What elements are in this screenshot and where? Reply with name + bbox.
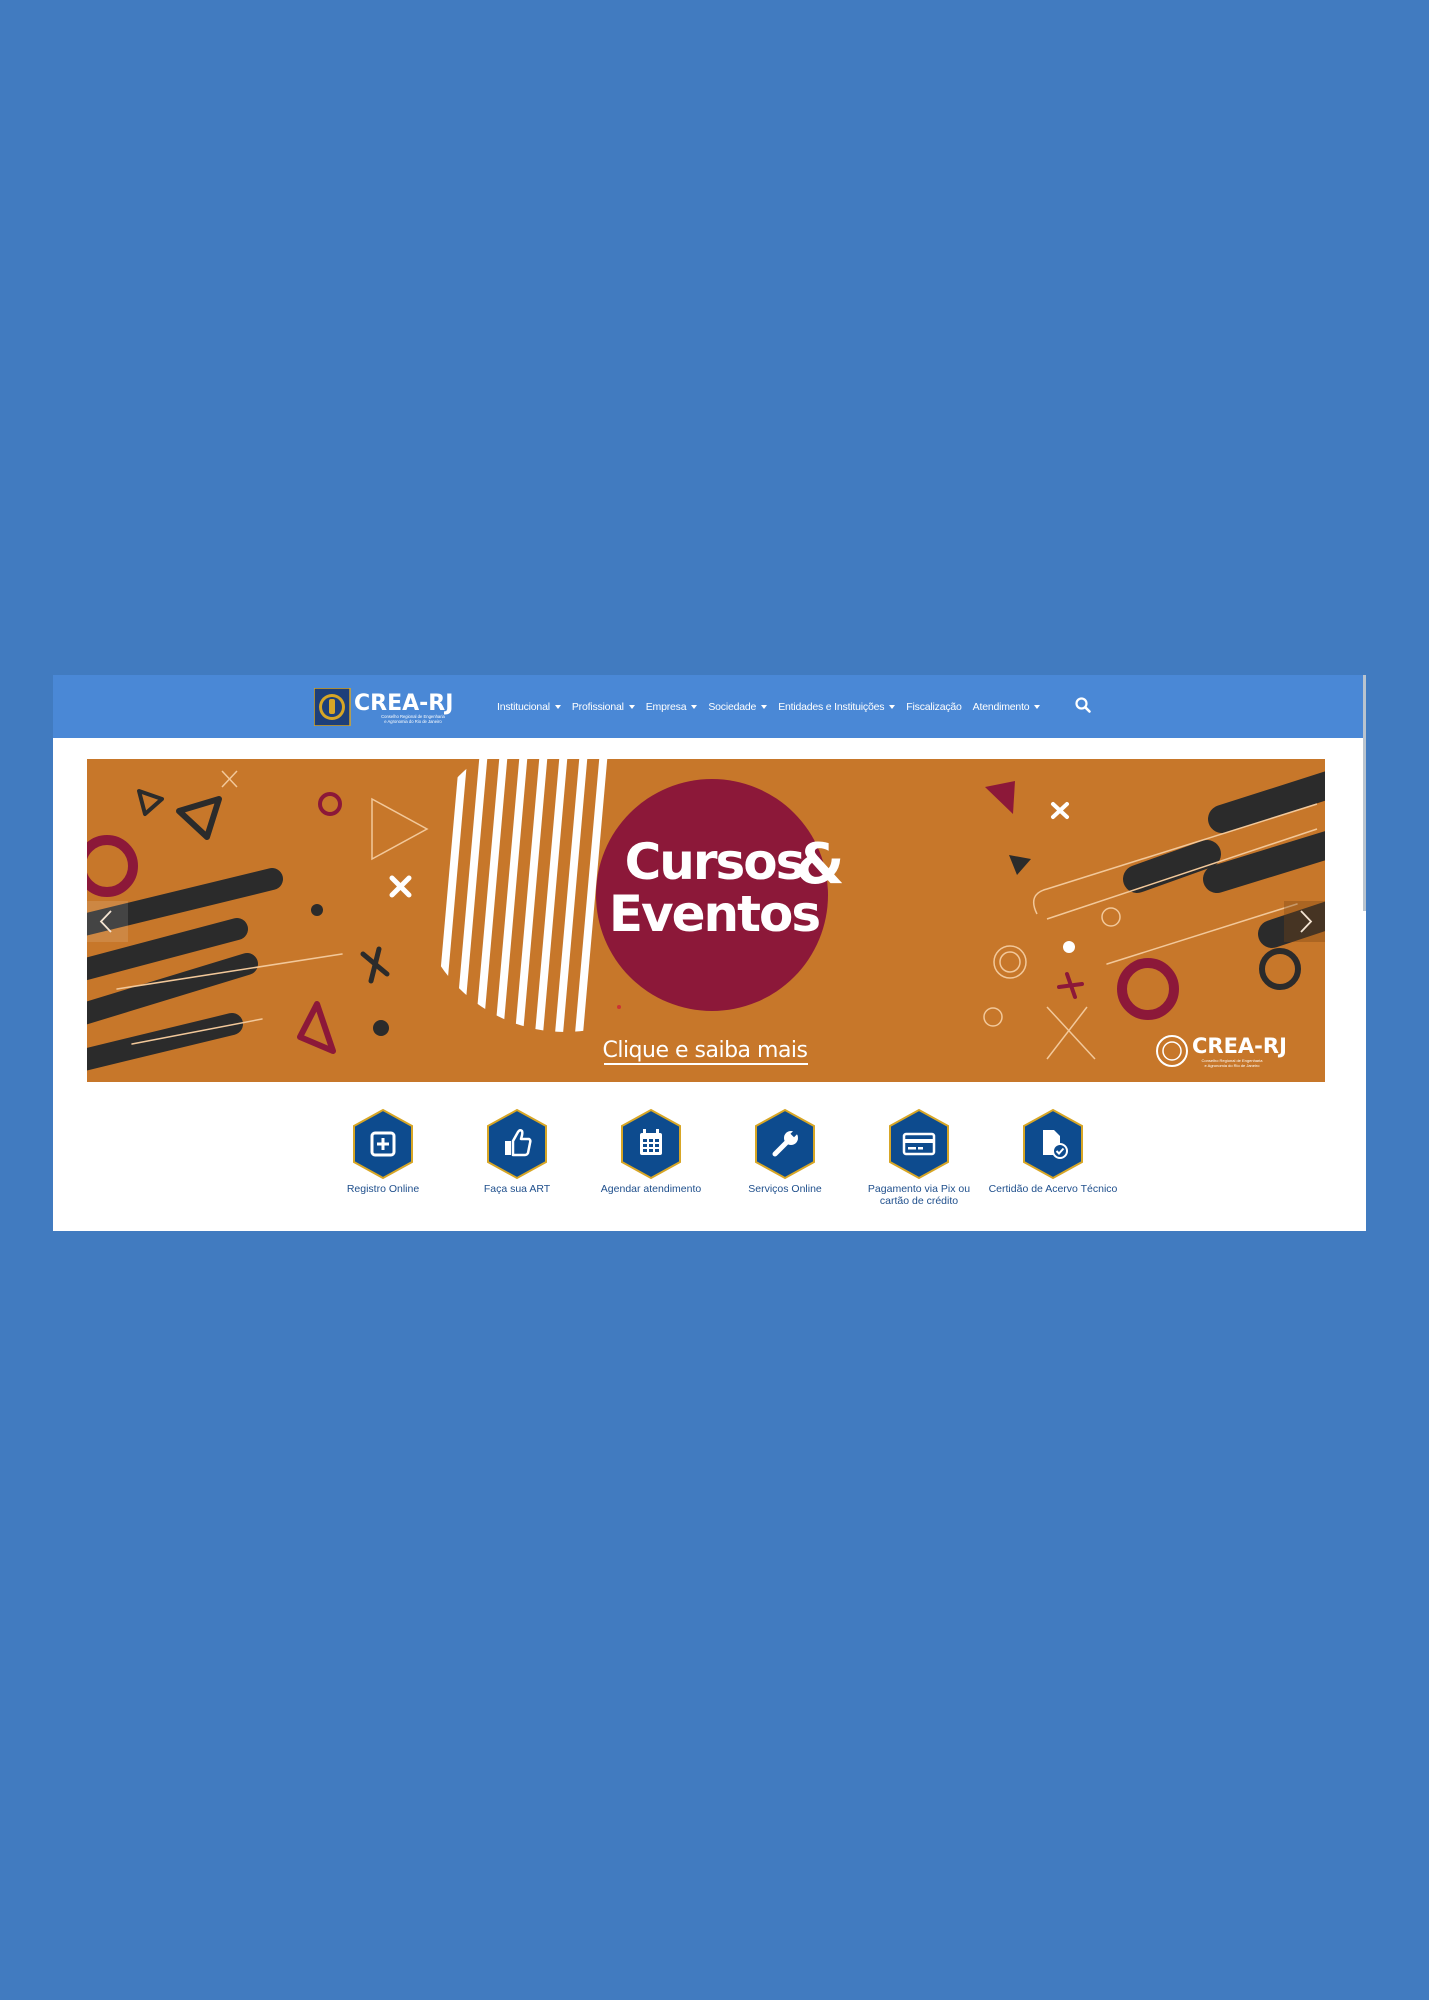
banner-brand-sub-2: e Agronomia do Rio de Janeiro	[1205, 1063, 1261, 1068]
quick-access-registro-online[interactable]: Registro Online	[316, 1108, 450, 1207]
hero-banner-cursos-eventos[interactable]: Cursos & Eventos Clique e saiba mais CRE…	[87, 759, 1325, 1082]
menu-item-fiscalizacao[interactable]: Fiscalização	[906, 700, 962, 713]
search-icon[interactable]	[1074, 696, 1092, 714]
quick-access-label: Serviços Online	[748, 1183, 822, 1195]
caret-down-icon	[1034, 704, 1041, 709]
calendar-icon	[621, 1108, 681, 1180]
banner-brand: CREA-RJ	[1192, 1034, 1287, 1058]
menu-label: Empresa	[645, 700, 687, 713]
menu-label: Atendimento	[972, 700, 1030, 713]
quick-access-certidao-acervo[interactable]: Certidão de Acervo Técnico	[986, 1108, 1120, 1207]
caret-down-icon	[691, 704, 698, 709]
menu-item-atendimento[interactable]: Atendimento	[973, 701, 1041, 713]
logo-subtitle-2: e Agronomia do Rio de Janeiro	[384, 719, 442, 724]
menu-item-empresa[interactable]: Empresa	[646, 701, 698, 713]
certificate-file-icon	[1023, 1108, 1083, 1180]
banner-title-line1: Cursos	[625, 833, 804, 891]
banner-cta: Clique e saiba mais	[602, 1038, 807, 1063]
quick-access-label: Certidão de Acervo Técnico	[988, 1183, 1118, 1195]
menu-item-institucional[interactable]: Institucional	[497, 701, 561, 713]
quick-access-bar: Registro Online Faça sua ART Agendar ate…	[316, 1108, 1120, 1207]
quick-access-label: Agendar atendimento	[600, 1183, 702, 1195]
caret-down-icon	[628, 704, 635, 709]
plus-square-icon	[353, 1108, 413, 1180]
carousel-prev-chevron-left-icon[interactable]	[87, 901, 128, 942]
main-menu: Institucional Profissional Empresa Socie…	[497, 675, 1041, 738]
quick-access-faca-sua-art[interactable]: Faça sua ART	[450, 1108, 584, 1207]
crea-rj-logo[interactable]: CREA-RJ Conselho Regional de Engenharia …	[314, 688, 476, 726]
quick-access-servicos-online[interactable]: Serviços Online	[718, 1108, 852, 1207]
quick-access-pagamento[interactable]: Pagamento via Pix ou cartão de crédito	[852, 1108, 986, 1207]
carousel-next-chevron-right-icon[interactable]	[1284, 901, 1325, 942]
menu-item-entidades[interactable]: Entidades e Instituições	[778, 700, 896, 713]
quick-access-label: Faça sua ART	[483, 1183, 551, 1195]
menu-label: Profissional	[571, 700, 624, 713]
menu-label: Institucional	[497, 700, 550, 713]
menu-label: Sociedade	[708, 700, 757, 713]
quick-access-label: Pagamento via Pix ou cartão de crédito	[867, 1183, 971, 1207]
logo-wordmark: CREA-RJ	[354, 691, 453, 716]
quick-access-label: Registro Online	[346, 1183, 420, 1195]
caret-down-icon	[761, 704, 768, 709]
menu-item-sociedade[interactable]: Sociedade	[708, 700, 768, 713]
caret-down-icon	[889, 704, 896, 709]
caret-down-icon	[554, 704, 561, 709]
top-navigation-bar: CREA-RJ Conselho Regional de Engenharia …	[53, 675, 1363, 738]
scrollbar[interactable]	[1363, 675, 1366, 911]
browser-page: CREA-RJ Conselho Regional de Engenharia …	[53, 675, 1366, 1231]
quick-access-agendar-atendimento[interactable]: Agendar atendimento	[584, 1108, 718, 1207]
menu-item-profissional[interactable]: Profissional	[572, 701, 635, 713]
credit-card-icon	[889, 1108, 949, 1180]
menu-label: Entidades e Instituições	[778, 700, 885, 713]
wrench-icon	[755, 1108, 815, 1180]
banner-title-line2: Eventos	[609, 885, 820, 943]
menu-label: Fiscalização	[906, 700, 962, 713]
thumbs-up-icon	[487, 1108, 547, 1180]
